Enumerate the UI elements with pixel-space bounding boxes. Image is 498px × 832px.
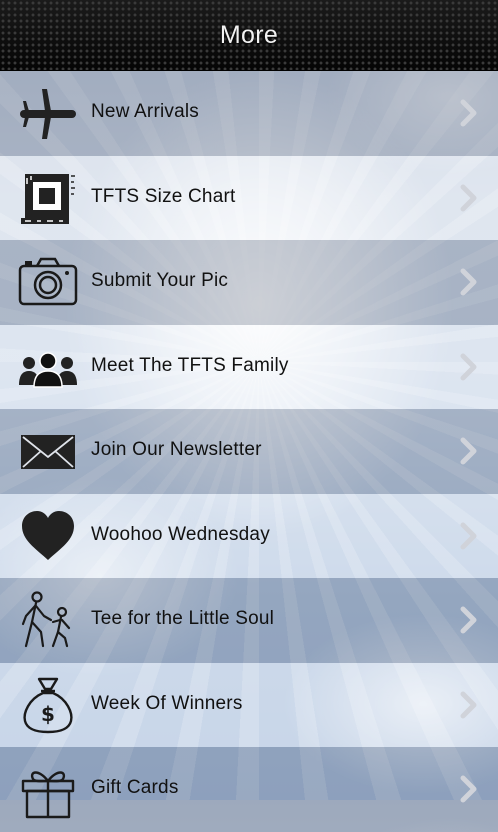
menu-item-woohoo-wednesday[interactable]: Woohoo Wednesday: [0, 493, 498, 578]
menu-item-label: New Arrivals: [91, 101, 199, 123]
gift-icon: [17, 759, 79, 819]
chevron-right-icon: [458, 690, 480, 720]
chevron-right-icon: [458, 267, 480, 297]
money-bag-icon: $: [17, 675, 79, 735]
heart-icon: [17, 506, 79, 566]
chevron-right-icon: [458, 183, 480, 213]
top-bar: More: [0, 0, 498, 71]
menu-item-newsletter[interactable]: Join Our Newsletter: [0, 409, 498, 494]
chevron-right-icon: [458, 605, 480, 635]
menu-item-family[interactable]: Meet The TFTS Family: [0, 324, 498, 409]
page-title: More: [219, 20, 279, 49]
svg-text:$: $: [41, 702, 55, 726]
menu-item-label: Woohoo Wednesday: [91, 523, 270, 545]
menu-item-week-of-winners[interactable]: $ Week Of Winners: [0, 662, 498, 747]
envelope-icon: [17, 421, 79, 481]
menu-item-gift-cards[interactable]: Gift Cards: [0, 747, 498, 832]
chevron-right-icon: [458, 436, 480, 466]
menu-item-label: Gift Cards: [91, 777, 179, 799]
airplane-icon: [17, 83, 79, 143]
menu-item-label: Tee for the Little Soul: [91, 608, 275, 630]
menu-item-new-arrivals[interactable]: New Arrivals: [0, 71, 498, 156]
chevron-right-icon: [458, 352, 480, 382]
chevron-right-icon: [458, 98, 480, 128]
camera-icon: [17, 252, 79, 312]
size-chart-icon: [17, 168, 79, 228]
menu-item-label: Join Our Newsletter: [91, 439, 262, 461]
menu-item-little-soul[interactable]: Tee for the Little Soul: [0, 578, 498, 663]
menu-item-size-chart[interactable]: TFTS Size Chart: [0, 155, 498, 240]
walking-people-icon: [17, 590, 79, 650]
menu-list: New Arrivals TFTS Size Chart Submit Your…: [0, 71, 498, 832]
menu-item-label: Submit Your Pic: [91, 270, 229, 292]
chevron-right-icon: [458, 521, 480, 551]
menu-item-label: Week Of Winners: [91, 692, 243, 714]
menu-item-label: Meet The TFTS Family: [91, 354, 289, 376]
family-icon: [17, 337, 79, 397]
menu-item-label: TFTS Size Chart: [91, 185, 236, 207]
menu-item-submit-pic[interactable]: Submit Your Pic: [0, 240, 498, 325]
